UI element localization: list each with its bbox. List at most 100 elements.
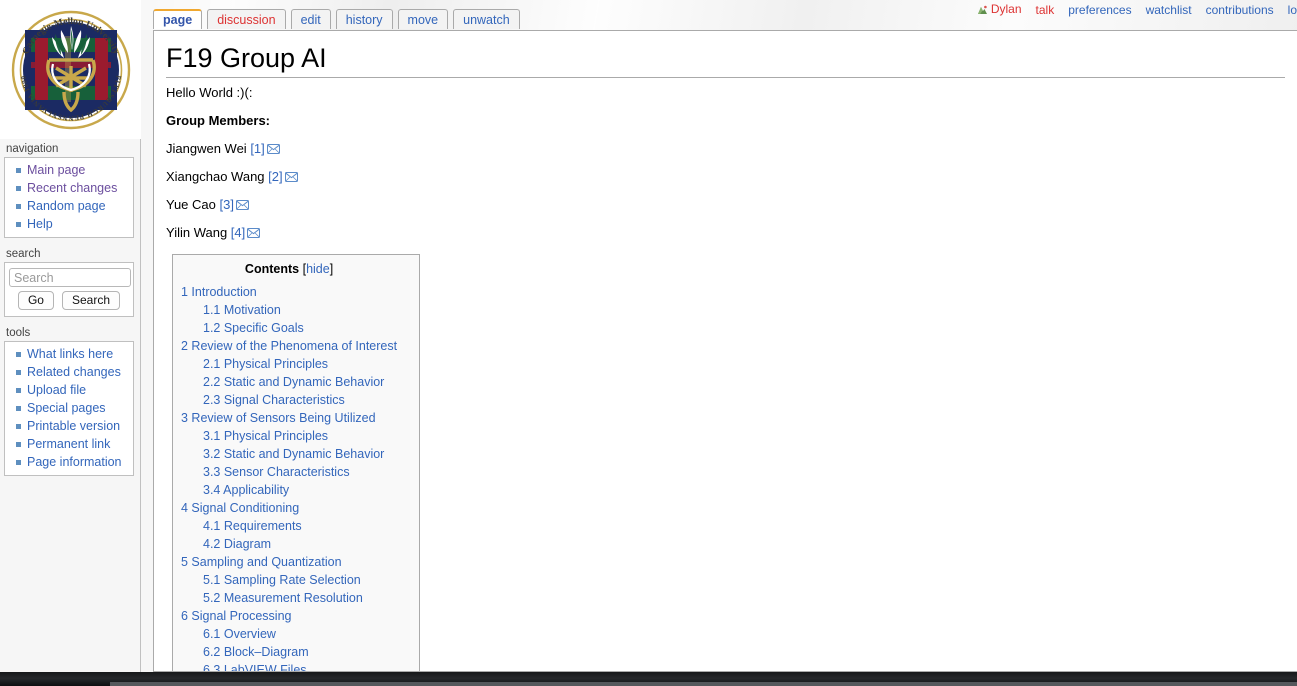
tab-link-edit[interactable]: edit [301, 13, 321, 27]
toc-entry-link[interactable]: 1.1 Motivation [203, 303, 281, 317]
toc-entry-link[interactable]: 3.3 Sensor Characteristics [203, 465, 350, 479]
sidebar-tool-item[interactable]: Permanent link [13, 435, 133, 453]
personal-tool-item[interactable]: preferences [1068, 4, 1131, 17]
toc-entry-link[interactable]: 1 Introduction [181, 285, 257, 299]
personal-tool-link[interactable]: preferences [1068, 3, 1131, 17]
sidebar-nav-item[interactable]: Main page [13, 161, 133, 179]
toc-entry-link[interactable]: 4.2 Diagram [203, 537, 271, 551]
toc-entry-link[interactable]: 2.2 Static and Dynamic Behavior [203, 375, 384, 389]
group-member-name: Yue Cao [166, 197, 220, 212]
personal-tool-link[interactable]: Dylan [991, 2, 1022, 16]
sidebar-tool-link[interactable]: Page information [27, 455, 122, 469]
toc-entry[interactable]: 4.1 Requirements [181, 517, 397, 535]
sidebar-tool-item[interactable]: What links here [13, 345, 133, 363]
personal-tool-link[interactable]: contributions [1206, 3, 1274, 17]
toc-entry[interactable]: 1 Introduction [181, 283, 397, 301]
toc-entry[interactable]: 5 Sampling and Quantization [181, 553, 397, 571]
tab-link-unwatch[interactable]: unwatch [463, 13, 510, 27]
sidebar-tool-item[interactable]: Special pages [13, 399, 133, 417]
personal-tool-item[interactable]: watchlist [1146, 4, 1192, 17]
toc-entry[interactable]: 3.1 Physical Principles [181, 427, 397, 445]
tab-link-page[interactable]: page [163, 13, 192, 27]
toc-entry-link[interactable]: 4 Signal Conditioning [181, 501, 299, 515]
tab-link-history[interactable]: history [346, 13, 383, 27]
sidebar-nav-item[interactable]: Help [13, 215, 133, 233]
toc-entry[interactable]: 2.3 Signal Characteristics [181, 391, 397, 409]
toc-entry[interactable]: 2 Review of the Phenomena of Interest [181, 337, 397, 355]
toc-entry[interactable]: 3.2 Static and Dynamic Behavior [181, 445, 397, 463]
toc-entry[interactable]: 6.2 Block–Diagram [181, 643, 397, 661]
sidebar-nav-link[interactable]: Help [27, 217, 53, 231]
site-logo[interactable]: Carnegie-Mellon University PITTSBURGH PE… [0, 0, 141, 139]
toc-entry-link[interactable]: 5.2 Measurement Resolution [203, 591, 363, 605]
sidebar-nav-link[interactable]: Main page [27, 163, 85, 177]
toc-entry[interactable]: 2.1 Physical Principles [181, 355, 397, 373]
toc-entry-link[interactable]: 3.2 Static and Dynamic Behavior [203, 447, 384, 461]
personal-tool-link[interactable]: talk [1036, 3, 1055, 17]
toc-entry[interactable]: 1.2 Specific Goals [181, 319, 397, 337]
toc-entry-link[interactable]: 3 Review of Sensors Being Utilized [181, 411, 376, 425]
toc-entry[interactable]: 6.3 LabVIEW Files [181, 661, 397, 671]
sidebar-tool-link[interactable]: Upload file [27, 383, 86, 397]
sidebar-tool-item[interactable]: Upload file [13, 381, 133, 399]
sidebar-tool-link[interactable]: What links here [27, 347, 113, 361]
sidebar-tool-link[interactable]: Permanent link [27, 437, 110, 451]
toc-entry[interactable]: 5.1 Sampling Rate Selection [181, 571, 397, 589]
tab-page[interactable]: page [153, 9, 203, 29]
search-input[interactable] [9, 268, 131, 287]
sidebar-nav-item[interactable]: Random page [13, 197, 133, 215]
personal-tool-link[interactable]: lo [1288, 3, 1297, 17]
sidebar-nav-link[interactable]: Random page [27, 199, 106, 213]
tab-history[interactable]: history [335, 9, 393, 29]
toc-entry[interactable]: 4 Signal Conditioning [181, 499, 397, 517]
sidebar-tool-link[interactable]: Related changes [27, 365, 121, 379]
personal-tool-item[interactable]: contributions [1206, 4, 1274, 17]
toc-entry[interactable]: 2.2 Static and Dynamic Behavior [181, 373, 397, 391]
toc-entry-link[interactable]: 5.1 Sampling Rate Selection [203, 573, 361, 587]
sidebar-tool-item[interactable]: Page information [13, 453, 133, 471]
toc-entry[interactable]: 3 Review of Sensors Being Utilized [181, 409, 397, 427]
toc-entry-link[interactable]: 6 Signal Processing [181, 609, 291, 623]
personal-tool-item[interactable]: lo [1288, 4, 1297, 17]
tab-link-discussion[interactable]: discussion [217, 13, 275, 27]
sidebar-tool-link[interactable]: Special pages [27, 401, 106, 415]
toc-entry[interactable]: 6 Signal Processing [181, 607, 397, 625]
toc-entry-link[interactable]: 6.3 LabVIEW Files [203, 663, 307, 671]
toc-entry[interactable]: 3.4 Applicability [181, 481, 397, 499]
toc-entry-link[interactable]: 2.1 Physical Principles [203, 357, 328, 371]
toc-entry-link[interactable]: 6.1 Overview [203, 627, 276, 641]
toc-entry[interactable]: 1.1 Motivation [181, 301, 397, 319]
group-member-ref-link[interactable]: [1] [250, 141, 264, 156]
sidebar-tool-link[interactable]: Printable version [27, 419, 120, 433]
toc-entry-link[interactable]: 6.2 Block–Diagram [203, 645, 309, 659]
search-submit-button[interactable]: Search [61, 291, 121, 310]
sidebar-nav-item[interactable]: Recent changes [13, 179, 133, 197]
sidebar-nav-link[interactable]: Recent changes [27, 181, 117, 195]
toc-entry-link[interactable]: 4.1 Requirements [203, 519, 302, 533]
group-member-ref-link[interactable]: [4] [231, 225, 245, 240]
personal-tool-item[interactable]: Dylan [977, 3, 1022, 18]
toc-entry-link[interactable]: 2 Review of the Phenomena of Interest [181, 339, 397, 353]
tab-link-move[interactable]: move [408, 13, 439, 27]
search-go-button[interactable]: Go [17, 291, 54, 310]
tab-edit[interactable]: edit [290, 9, 331, 29]
toc-entry-link[interactable]: 1.2 Specific Goals [203, 321, 304, 335]
toc-entry-link[interactable]: 3.1 Physical Principles [203, 429, 328, 443]
tab-unwatch[interactable]: unwatch [453, 9, 520, 29]
tab-move[interactable]: move [397, 9, 449, 29]
toc-entry[interactable]: 3.3 Sensor Characteristics [181, 463, 397, 481]
toc-entry-link[interactable]: 2.3 Signal Characteristics [203, 393, 345, 407]
sidebar-tool-item[interactable]: Related changes [13, 363, 133, 381]
toc-entry-link[interactable]: 3.4 Applicability [203, 483, 289, 497]
toc-entry[interactable]: 6.1 Overview [181, 625, 397, 643]
toc-entry-link[interactable]: 5 Sampling and Quantization [181, 555, 342, 569]
personal-tool-item[interactable]: talk [1036, 4, 1055, 17]
group-member-ref-link[interactable]: [3] [220, 197, 234, 212]
toc-entry[interactable]: 4.2 Diagram [181, 535, 397, 553]
toc-hide-link[interactable]: hide [306, 262, 330, 276]
personal-tool-link[interactable]: watchlist [1146, 3, 1192, 17]
tab-discussion[interactable]: discussion [207, 9, 286, 29]
group-member-ref-link[interactable]: [2] [268, 169, 282, 184]
sidebar-tool-item[interactable]: Printable version [13, 417, 133, 435]
toc-entry[interactable]: 5.2 Measurement Resolution [181, 589, 397, 607]
